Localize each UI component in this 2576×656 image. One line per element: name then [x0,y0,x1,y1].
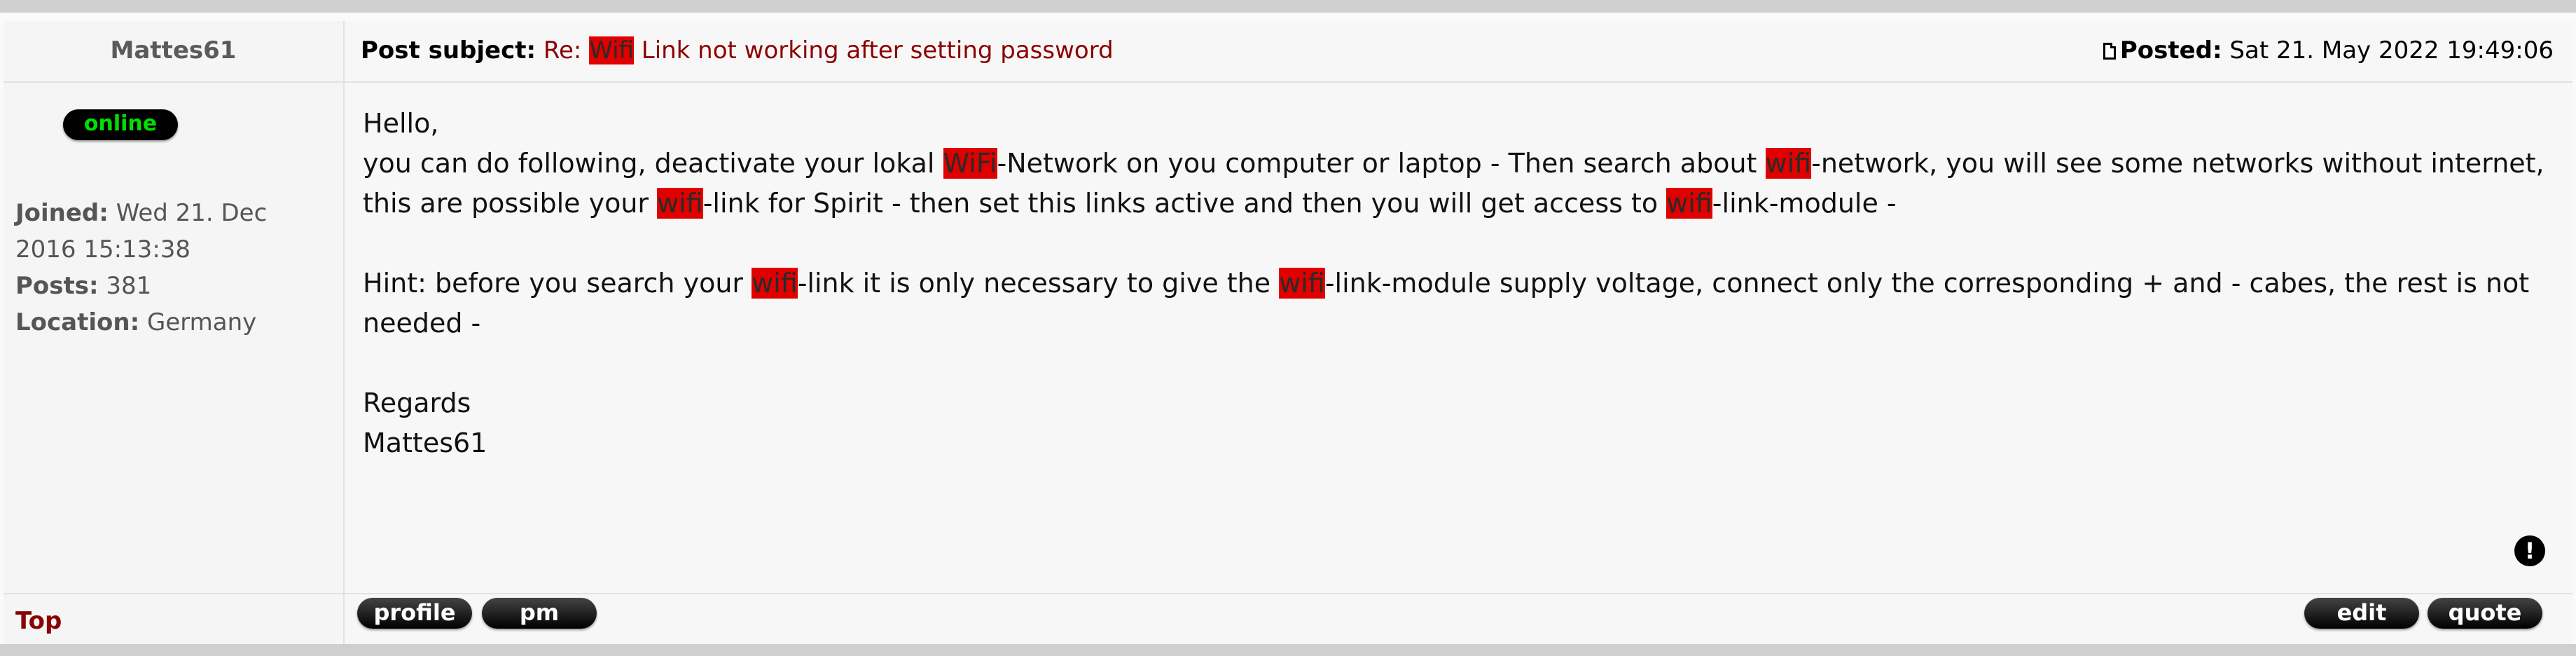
signature-line: Mattes61 [363,428,487,458]
search-highlight: wifi [657,188,703,219]
subject-rest: Link not working after setting password [633,36,1114,64]
body-text: Hint: before you search your [363,268,752,299]
subject-highlight: Wifi [589,36,634,64]
post-subject-link[interactable]: Re: Wifi Link not working after setting … [543,36,1114,64]
body-text: -link-module - [1712,188,1897,219]
post-subject-label: Post subject: [361,36,536,64]
body-text: -link for Spirit - then set this links a… [702,188,1667,219]
pm-button[interactable]: pm [482,598,597,629]
posted-label: Posted: [2119,36,2222,64]
profile-button[interactable]: profile [357,598,472,629]
edit-button[interactable]: edit [2304,598,2419,629]
top-link[interactable]: Top [15,607,62,635]
document-icon[interactable] [2103,43,2116,60]
location-label: Location: [15,308,140,336]
posted-info: Posted: Sat 21. May 2022 19:49:06 [2103,36,2554,64]
body-text: you can do following, deactivate your lo… [363,148,943,179]
search-highlight: wifi [752,268,798,299]
post-content: Hello, you can do following, deactivate … [363,104,2555,463]
footer-divider [4,593,2572,594]
author-name[interactable]: Mattes61 [4,36,343,64]
search-highlight: wifi [1666,188,1712,219]
posts-value: 381 [106,272,152,300]
regards-line: Regards [363,388,471,418]
top-border [0,0,2576,13]
body-paragraph-1: you can do following, deactivate your lo… [363,144,2555,224]
search-highlight: wifi [1765,148,1812,179]
body-paragraph-2: Hint: before you search your wifi-link i… [363,264,2555,343]
author-profile-info: Joined: Wed 21. Dec 2016 15:13:38 Posts:… [15,195,324,341]
posts-label: Posts: [15,272,99,300]
post-container: Mattes61 online Joined: Wed 21. Dec 2016… [0,0,2576,656]
search-highlight: WiFi [943,148,997,179]
exclamation-icon[interactable]: ! [2514,535,2545,566]
greeting-line: Hello, [363,108,439,139]
search-highlight: wifi [1279,268,1325,299]
body-text: -Network on you computer or laptop - The… [997,148,1766,179]
location-value: Germany [147,308,257,336]
joined-label: Joined: [15,199,109,227]
body-text: -link it is only necessary to give the [797,268,1280,299]
posted-value: Sat 21. May 2022 19:49:06 [2229,36,2554,64]
post-subject: Post subject: Re: Wifi Link not working … [361,36,1114,64]
bottom-border [0,644,2576,656]
quote-button[interactable]: quote [2428,598,2542,629]
online-badge: online [63,109,178,140]
subject-prefix: Re: [543,36,590,64]
header-divider [4,81,2572,83]
